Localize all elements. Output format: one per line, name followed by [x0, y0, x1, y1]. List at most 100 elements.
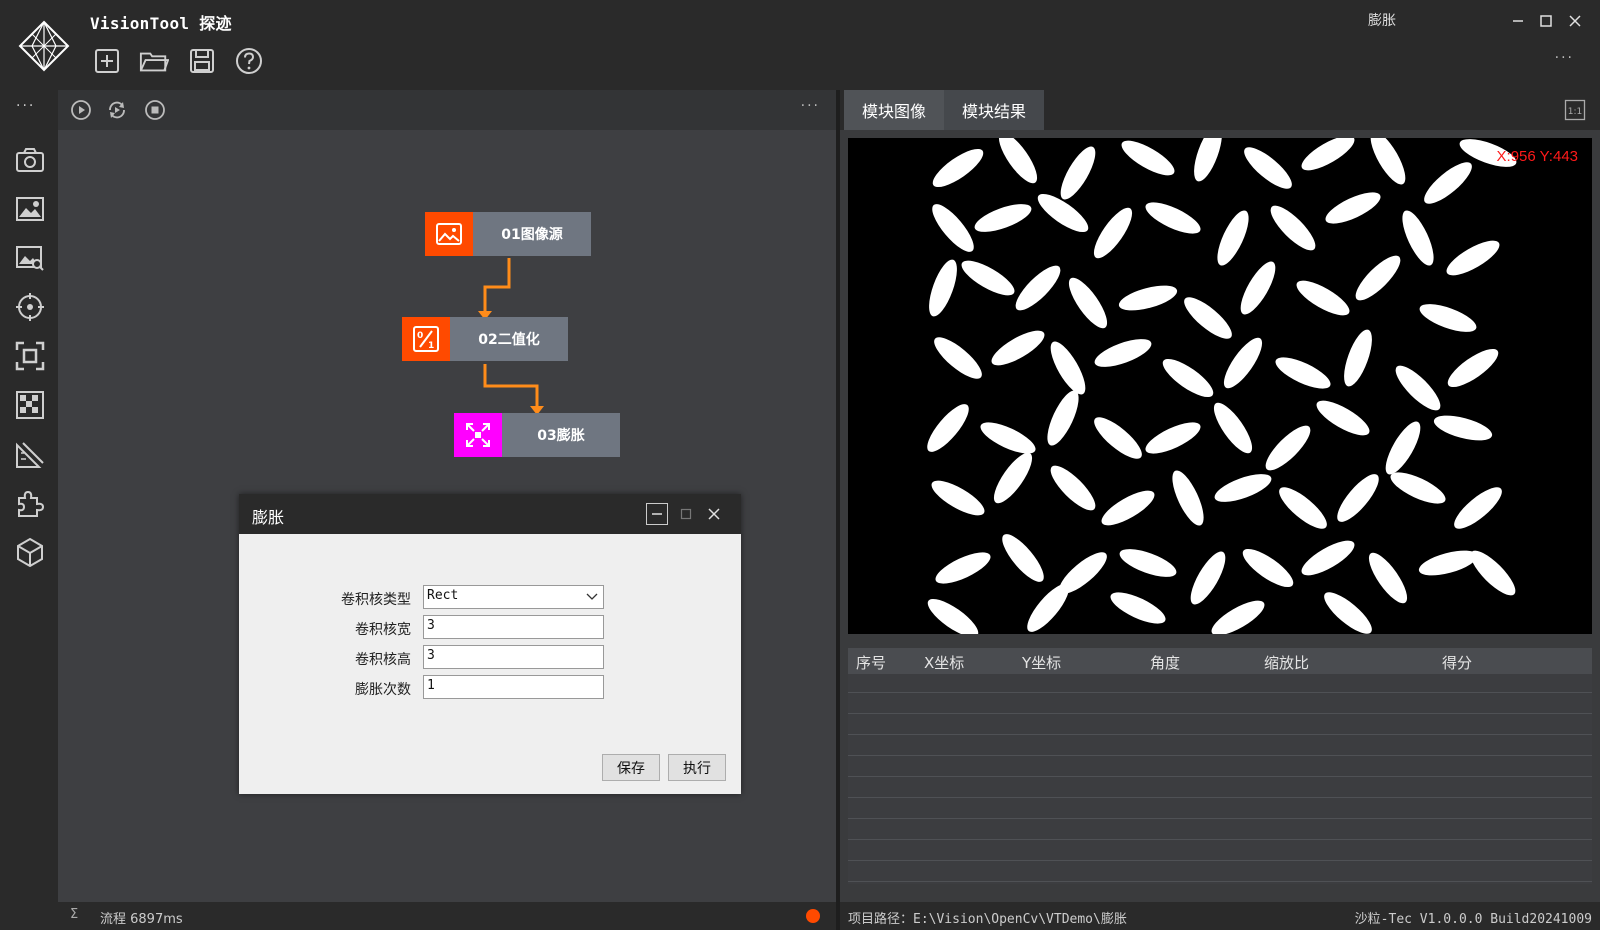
iterations-label: 膨胀次数 — [355, 682, 411, 698]
left-toolbar: ··· — [0, 90, 58, 930]
tab-module-result[interactable]: 模块结果 — [944, 90, 1044, 130]
close-icon — [708, 508, 720, 520]
table-header: 序号 X坐标 Y坐标 角度 缩放比 得分 — [848, 648, 1592, 674]
flow-status-bar: Σ 流程 6897ms — [58, 902, 836, 930]
tab-module-image[interactable]: 模块图像 — [844, 90, 944, 130]
table-row — [848, 839, 1592, 840]
more-menu-button[interactable]: ··· — [1555, 50, 1574, 66]
sidebar-item-focus-frame[interactable] — [14, 340, 46, 372]
column-angle: 角度 — [1150, 654, 1181, 672]
dialog-minimize-button[interactable] — [646, 503, 668, 525]
expand-icon — [454, 413, 502, 457]
column-index: 序号 — [856, 654, 887, 672]
binary-image — [927, 138, 1517, 634]
table-row — [848, 797, 1592, 798]
column-score: 得分 — [1442, 654, 1473, 672]
ratio-label: 1:1 — [1568, 107, 1582, 117]
flow-node-label: 02二值化 — [450, 317, 568, 361]
save-icon — [190, 49, 214, 73]
save-button[interactable]: 保存 — [602, 754, 660, 781]
minimize-button[interactable] — [1507, 11, 1529, 31]
ruler-icon — [16, 442, 44, 468]
run-button[interactable]: 执行 — [668, 754, 726, 781]
sidebar-item-image-search[interactable] — [14, 242, 46, 274]
sidebar-item-target[interactable] — [14, 291, 46, 323]
kernel-type-label: 卷积核类型 — [341, 592, 411, 608]
flow-node-label: 01图像源 — [473, 212, 591, 256]
sigma-icon: Σ — [70, 907, 79, 922]
kernel-type-row: 卷积核类型 Rect — [239, 585, 741, 611]
save-button[interactable] — [187, 46, 217, 76]
cursor-coordinates: X:956 Y:443 — [1496, 148, 1578, 165]
close-icon — [1569, 15, 1581, 27]
sidebar-item-image-settings[interactable] — [14, 193, 46, 225]
kernel-type-select[interactable]: Rect — [423, 585, 604, 609]
kernel-height-row: 卷积核高 3 — [239, 645, 741, 671]
project-path: 项目路径：E:\Vision\OpenCv\VTDemo\膨胀 — [848, 912, 1127, 927]
kernel-height-label: 卷积核高 — [355, 652, 411, 668]
svg-text:0: 0 — [417, 331, 423, 341]
maximize-button[interactable] — [1535, 11, 1557, 31]
flow-node-label: 03膨胀 — [502, 413, 620, 457]
minimize-icon — [1513, 20, 1523, 22]
status-bar: 项目路径：E:\Vision\OpenCv\VTDemo\膨胀 沙粒-Tec V… — [840, 902, 1600, 930]
image-viewer[interactable]: X:956 Y:443 — [848, 138, 1592, 634]
table-row — [848, 881, 1592, 882]
result-table: 序号 X坐标 Y坐标 角度 缩放比 得分 — [848, 648, 1592, 884]
iterations-row: 膨胀次数 1 — [239, 675, 741, 701]
close-button[interactable] — [1564, 11, 1586, 31]
result-tabs: 模块图像 模块结果 1:1 — [840, 90, 1600, 130]
chevron-down-icon — [586, 593, 598, 600]
sidebar-item-pattern-grid[interactable] — [14, 389, 46, 421]
sidebar-item-puzzle[interactable] — [14, 487, 46, 519]
window-name: 膨胀 — [1368, 13, 1396, 29]
new-file-button[interactable] — [92, 46, 122, 76]
puzzle-icon — [18, 490, 45, 517]
kernel-height-input[interactable]: 3 — [423, 645, 604, 669]
sidebar-item-ruler[interactable] — [14, 438, 46, 470]
kernel-width-label: 卷积核宽 — [355, 622, 411, 638]
maximize-icon — [1540, 15, 1552, 27]
open-folder-icon — [139, 52, 169, 72]
binarize-icon: 01 — [402, 317, 450, 361]
column-y: Y坐标 — [1022, 654, 1062, 672]
table-row — [848, 776, 1592, 777]
actual-size-icon[interactable]: 1:1 — [1564, 99, 1586, 121]
flow-node-image-source[interactable]: 01图像源 — [425, 212, 591, 256]
app-logo-icon — [18, 20, 70, 72]
column-scale: 缩放比 — [1264, 654, 1310, 672]
dialog-close-button[interactable] — [703, 503, 725, 525]
maximize-icon — [680, 508, 692, 520]
table-row — [848, 692, 1592, 693]
dialog-maximize-button[interactable] — [675, 503, 697, 525]
image-search-icon — [16, 246, 44, 271]
kernel-width-input[interactable]: 3 — [423, 615, 604, 639]
table-row — [848, 860, 1592, 861]
camera-icon — [16, 148, 44, 172]
pattern-grid-icon — [16, 391, 44, 419]
kernel-width-row: 卷积核宽 3 — [239, 615, 741, 641]
sidebar-item-camera[interactable] — [14, 144, 46, 176]
svg-text:1: 1 — [428, 341, 434, 351]
focus-frame-icon — [15, 341, 45, 371]
flow-node-dilate[interactable]: 03膨胀 — [454, 413, 620, 457]
dialog-title: 膨胀 — [252, 508, 285, 527]
table-row — [848, 818, 1592, 819]
sidebar-item-cube[interactable] — [14, 536, 46, 568]
flow-time: 流程 6897ms — [100, 912, 183, 927]
sidebar-more-button[interactable]: ··· — [16, 98, 35, 114]
help-icon — [236, 48, 262, 74]
target-icon — [16, 293, 44, 321]
table-row — [848, 755, 1592, 756]
help-button[interactable] — [234, 46, 264, 76]
title-bar: VisionTool 探迹 膨胀 ··· — [0, 0, 1600, 90]
minimize-icon — [652, 513, 662, 515]
image-settings-icon — [16, 197, 44, 221]
kernel-type-value: Rect — [427, 588, 459, 603]
result-panel: 模块图像 模块结果 1:1 X:956 Y:443 序号 X坐标 Y坐标 角度 … — [840, 90, 1600, 902]
iterations-input[interactable]: 1 — [423, 675, 604, 699]
flow-node-binarize[interactable]: 01 02二值化 — [402, 317, 568, 361]
cube-icon — [17, 537, 43, 567]
open-folder-button[interactable] — [139, 46, 169, 76]
dialog-title-bar[interactable]: 膨胀 — [239, 494, 741, 534]
